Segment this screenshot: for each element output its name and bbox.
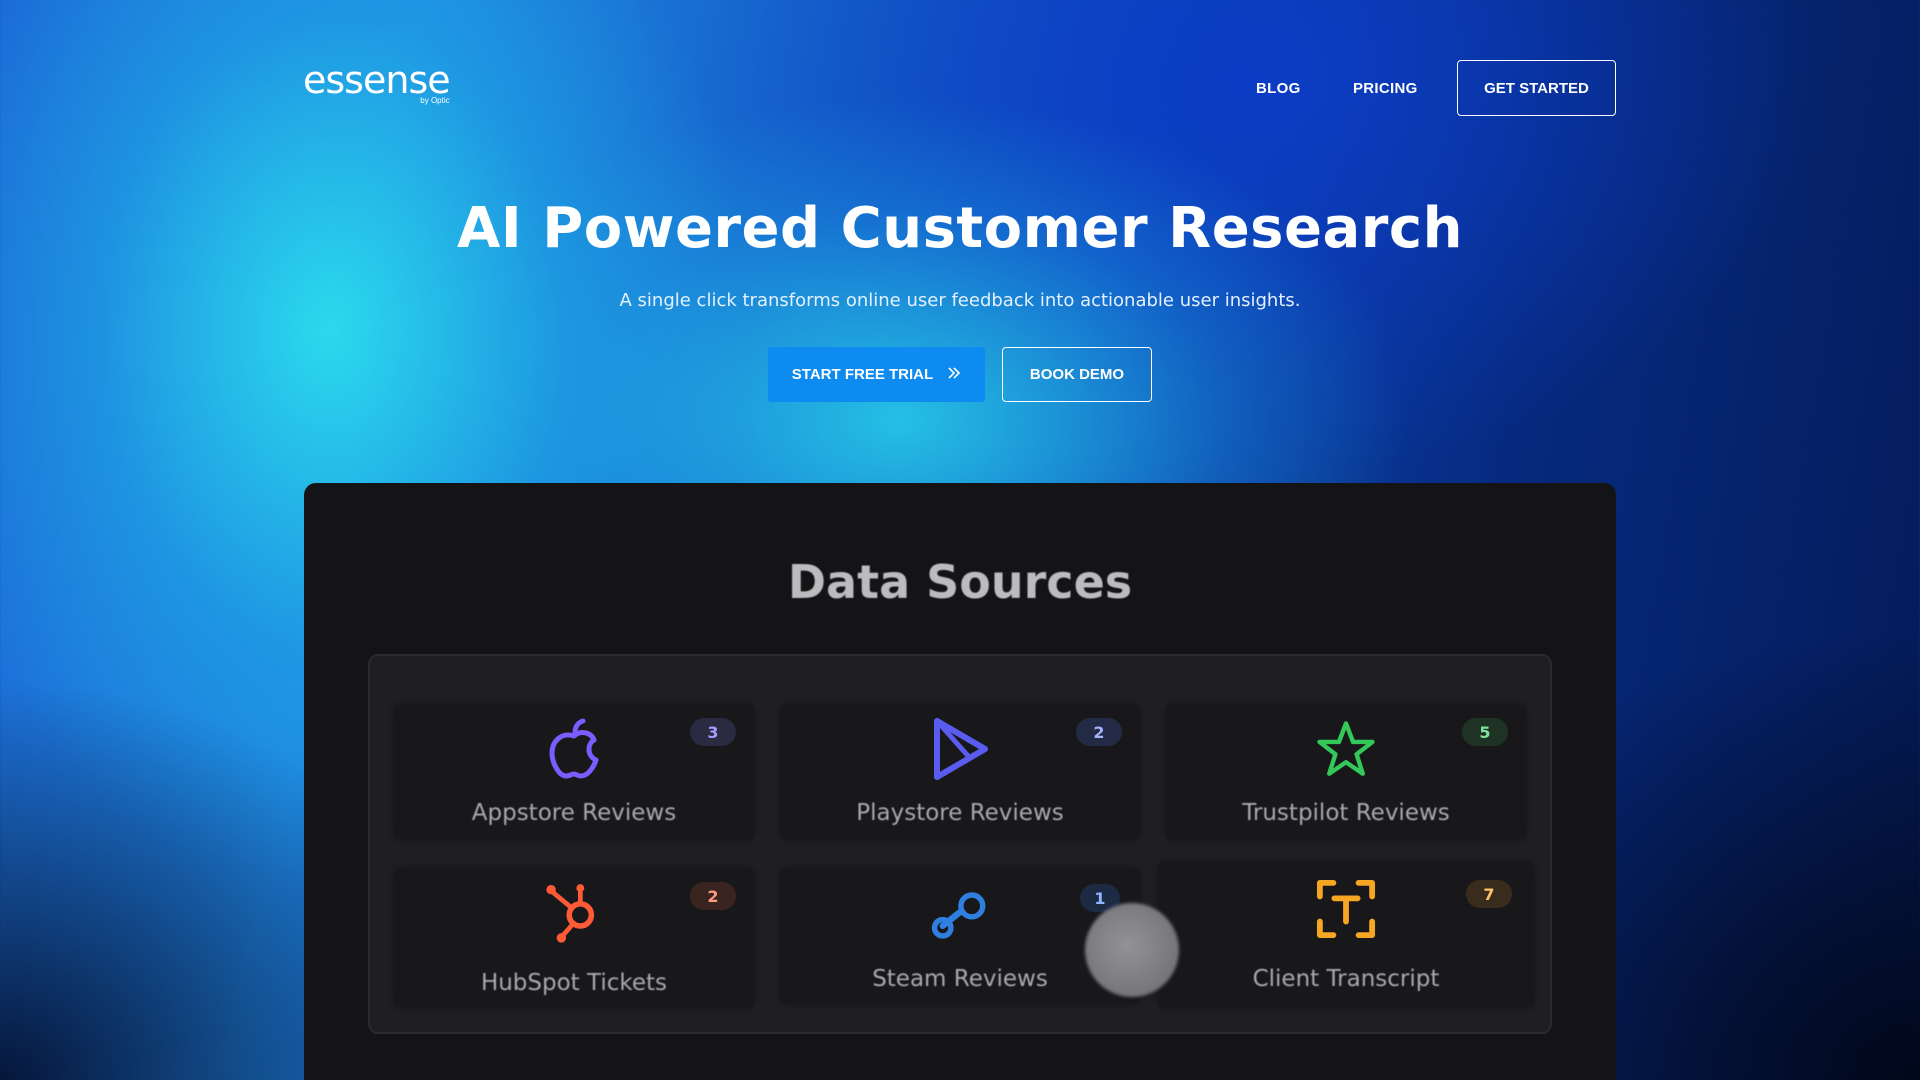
nav-blog-link[interactable]: BLOG xyxy=(1256,80,1301,97)
count-badge: 2 xyxy=(1076,718,1122,746)
source-card-trustpilot[interactable]: 5 Trustpilot Reviews xyxy=(1166,704,1526,840)
source-label: Steam Reviews xyxy=(872,966,1048,992)
transcript-icon xyxy=(1316,876,1376,942)
hubspot-icon xyxy=(544,870,604,952)
get-started-button[interactable]: GET STARTED xyxy=(1457,60,1616,116)
get-started-label: GET STARTED xyxy=(1484,79,1589,97)
start-free-trial-button[interactable]: START FREE TRIAL xyxy=(768,347,985,402)
data-sources-title: Data Sources xyxy=(787,555,1133,609)
count-badge: 7 xyxy=(1466,880,1512,908)
double-chevron-right-icon xyxy=(947,366,961,384)
logo[interactable]: essense by Optic xyxy=(303,58,451,105)
source-card-hubspot[interactable]: 2 HubSpot Tickets xyxy=(394,868,754,1008)
cursor-indicator xyxy=(1085,903,1179,997)
source-label: Client Transcript xyxy=(1252,966,1440,992)
data-sources-grid: 3 Appstore Reviews 2 Playstore Reviews 5 xyxy=(368,654,1552,1034)
source-label: HubSpot Tickets xyxy=(480,970,668,996)
hero-subtitle: A single click transforms online user fe… xyxy=(619,290,1301,311)
start-free-trial-label: START FREE TRIAL xyxy=(791,366,934,383)
source-label: Appstore Reviews xyxy=(471,800,677,826)
steam-icon xyxy=(930,882,990,948)
count-badge: 3 xyxy=(690,718,736,746)
star-icon xyxy=(1316,716,1376,782)
book-demo-label: BOOK DEMO xyxy=(1029,366,1125,383)
apple-icon xyxy=(544,716,604,782)
source-label: Trustpilot Reviews xyxy=(1242,800,1450,826)
nav-pricing-link[interactable]: PRICING xyxy=(1353,80,1418,97)
source-card-client-transcript[interactable]: 7 Client Transcript xyxy=(1158,862,1534,1008)
logo-subtext: by Optic xyxy=(420,96,450,105)
count-badge: 5 xyxy=(1462,718,1508,746)
source-card-appstore[interactable]: 3 Appstore Reviews xyxy=(394,704,754,840)
hero-title: AI Powered Customer Research xyxy=(457,196,1463,261)
source-card-playstore[interactable]: 2 Playstore Reviews xyxy=(780,704,1140,840)
source-label: Playstore Reviews xyxy=(856,800,1064,826)
data-sources-panel: Data Sources 3 Appstore Reviews 2 Playst… xyxy=(304,483,1616,1080)
count-badge: 2 xyxy=(690,882,736,910)
play-icon xyxy=(930,716,990,782)
book-demo-button[interactable]: BOOK DEMO xyxy=(1002,347,1152,402)
